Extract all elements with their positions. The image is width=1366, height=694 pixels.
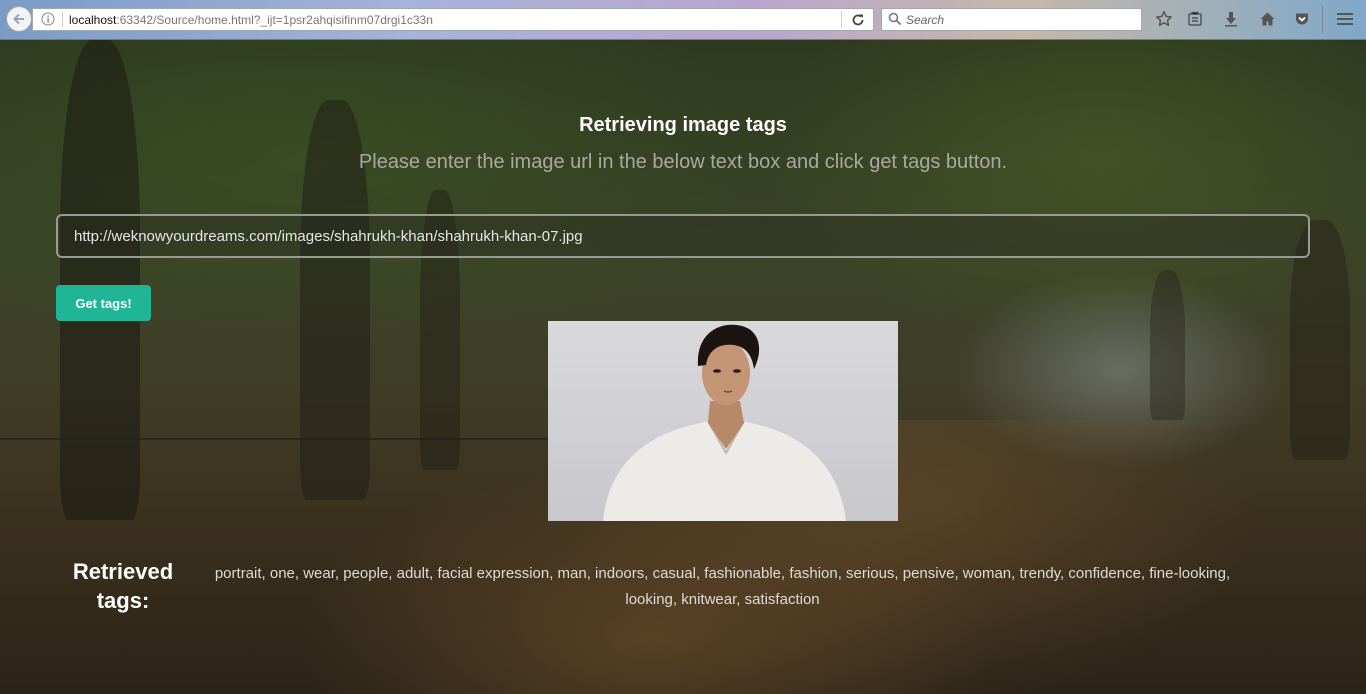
browser-toolbar: localhost:63342/Source/home.html?_ijt=1p…: [0, 0, 1366, 40]
page-background: Retrieving image tags Please enter the i…: [0, 40, 1366, 694]
fence-decoration: [0, 438, 560, 440]
url-path: :63342/Source/home.html?_ijt=1psr2ahqisi…: [116, 13, 433, 27]
search-bar[interactable]: [881, 8, 1142, 31]
tags-list: portrait, one, wear, people, adult, faci…: [214, 565, 1231, 608]
pocket-icon[interactable]: [1292, 9, 1312, 29]
search-icon: [888, 12, 902, 26]
page-title: Retrieving image tags: [579, 114, 787, 136]
reload-divider: [841, 11, 842, 28]
bookmark-star-icon[interactable]: [1154, 9, 1174, 29]
image-url-input[interactable]: [56, 214, 1310, 258]
reading-list-icon[interactable]: [1185, 9, 1205, 29]
url-text[interactable]: localhost:63342/Source/home.html?_ijt=1p…: [69, 13, 433, 27]
hamburger-menu-icon[interactable]: [1335, 9, 1355, 29]
back-button[interactable]: [6, 6, 32, 32]
reload-icon[interactable]: [851, 12, 865, 27]
home-icon[interactable]: [1257, 9, 1277, 29]
portrait-photo: [603, 324, 846, 521]
back-arrow-icon: [13, 13, 24, 25]
page-subtitle: Please enter the image url in the below …: [358, 151, 1008, 173]
info-icon[interactable]: [41, 12, 55, 26]
download-icon[interactable]: [1221, 9, 1241, 29]
tree-trunk-decoration: [1150, 270, 1185, 420]
get-tags-button[interactable]: Get tags!: [56, 285, 151, 321]
url-host: localhost: [69, 13, 117, 27]
url-divider: [62, 12, 63, 27]
toolbar-divider: [1322, 6, 1323, 33]
address-bar[interactable]: localhost:63342/Source/home.html?_ijt=1p…: [32, 8, 874, 31]
retrieved-image: [548, 321, 898, 521]
tags-heading: Retrieved tags:: [72, 559, 174, 613]
tree-trunk-decoration: [60, 40, 140, 520]
search-input[interactable]: [906, 11, 1136, 28]
